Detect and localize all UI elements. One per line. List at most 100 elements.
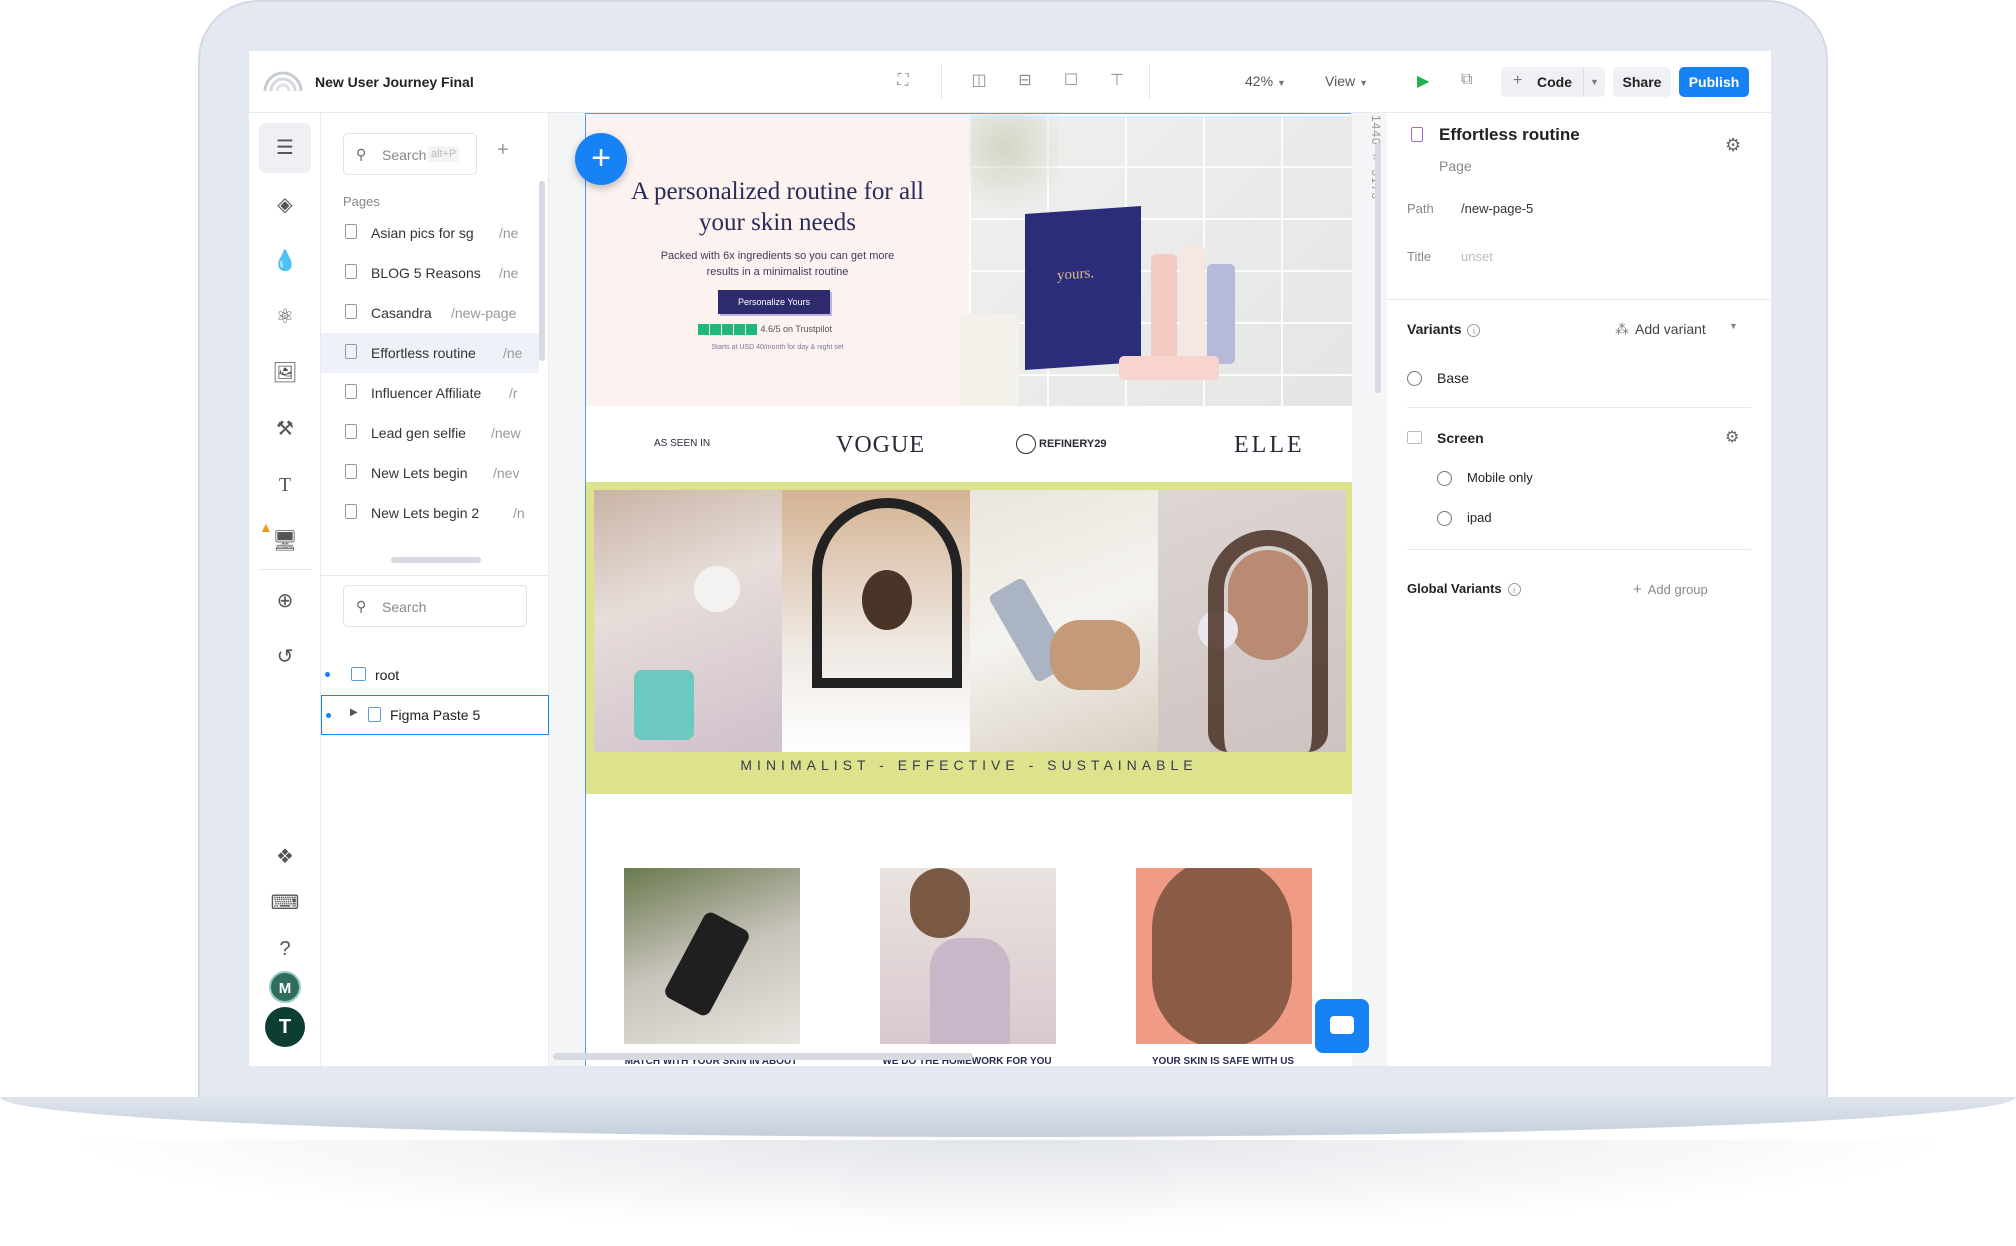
tree-item-root[interactable]: root xyxy=(321,655,549,695)
variant-icon xyxy=(1437,511,1452,526)
image-icon[interactable]: 🖼 xyxy=(269,357,301,389)
page-path: /nev xyxy=(493,465,520,481)
add-element-button[interactable]: + xyxy=(575,133,627,185)
canvas-vertical-scrollbar[interactable] xyxy=(1375,143,1381,393)
search-placeholder: Search xyxy=(382,599,427,615)
tree-label: Figma Paste 5 xyxy=(390,707,481,723)
share-button[interactable]: Share xyxy=(1613,67,1671,97)
star-icon xyxy=(698,324,709,336)
page-item[interactable]: Casandra /new-page xyxy=(321,293,539,333)
zoom-dropdown[interactable]: 42% ▼ xyxy=(1245,73,1286,89)
responsive-icon[interactable]: 🖥 xyxy=(269,525,301,557)
pages-scrollbar[interactable] xyxy=(539,181,545,361)
document-title[interactable]: New User Journey Final xyxy=(315,74,474,90)
code-button-label: Code xyxy=(1537,74,1572,90)
plasmic-logo-icon[interactable] xyxy=(263,69,303,91)
view-dropdown[interactable]: View ▼ xyxy=(1325,73,1368,89)
search-placeholder: Search xyxy=(382,147,427,163)
figma-icon[interactable]: ❖ xyxy=(269,841,301,873)
info-icon[interactable]: i xyxy=(1507,583,1521,597)
page-item[interactable]: Asian pics for sg /ne xyxy=(321,213,539,253)
hero-heading[interactable]: A personalized routine for all your skin… xyxy=(626,176,929,238)
canvas-horizontal-scrollbar[interactable] xyxy=(553,1053,973,1060)
lifestyle-band[interactable]: MINIMALIST - EFFECTIVE - SUSTAINABLE xyxy=(586,482,1352,794)
text-frame-icon[interactable]: ⊤ xyxy=(1107,71,1127,91)
feature-image-serum[interactable] xyxy=(880,868,1056,1044)
face xyxy=(1152,868,1292,1044)
page-item[interactable]: BLOG 5 Reasons /ne xyxy=(321,253,539,293)
page-item[interactable]: Influencer Affiliate /r xyxy=(321,373,539,413)
hair xyxy=(1208,530,1328,752)
color-drop-icon[interactable]: 💧 xyxy=(269,245,301,277)
hero-section[interactable]: A personalized routine for all your skin… xyxy=(586,114,969,406)
typography-icon[interactable]: T xyxy=(269,469,301,501)
avatar[interactable]: T xyxy=(265,1007,305,1047)
star-icon xyxy=(746,324,757,336)
pages-horizontal-scrollbar[interactable] xyxy=(391,557,481,563)
hero-product-image[interactable]: yours. xyxy=(959,114,1352,406)
single-frame-icon[interactable]: ☐ xyxy=(1061,71,1081,91)
add-variant-button[interactable]: ⁂ Add variant xyxy=(1615,321,1706,338)
star-icon xyxy=(734,324,745,336)
design-canvas[interactable]: A personalized routine for all your skin… xyxy=(549,113,1387,1066)
chevron-down-icon[interactable]: ▼ xyxy=(1729,321,1738,331)
avatar[interactable]: M xyxy=(269,971,301,1003)
chevron-down-icon[interactable]: ▼ xyxy=(1583,67,1605,97)
page-path: /n xyxy=(513,505,525,521)
info-icon[interactable]: i xyxy=(1467,323,1481,337)
horizontal-split-icon[interactable]: ⊟ xyxy=(1015,71,1035,91)
atom-icon[interactable]: ⚛ xyxy=(269,301,301,333)
play-icon[interactable]: ▶ xyxy=(1417,71,1429,91)
help-icon[interactable]: ? xyxy=(269,933,301,965)
paint-roller-icon[interactable]: ⚒ xyxy=(269,413,301,445)
outline-icon[interactable]: ☰ xyxy=(259,123,311,173)
zoom-level: 42% xyxy=(1245,73,1274,89)
page-item[interactable]: New Lets begin /nev xyxy=(321,453,539,493)
path-field[interactable]: /new-page-5 xyxy=(1461,201,1533,216)
chat-support-button[interactable] xyxy=(1315,999,1369,1053)
trustpilot-rating[interactable]: 4.6/5 on Trustpilot xyxy=(698,324,833,336)
pricing-note[interactable]: Starts at USD 40/month for day & night s… xyxy=(666,344,889,351)
product-box: yours. xyxy=(1025,205,1141,371)
refinery-text: REFINERY29 xyxy=(1039,437,1107,450)
feature-image-face[interactable] xyxy=(1136,868,1312,1044)
add-group-button[interactable]: + Add group xyxy=(1633,581,1708,598)
tree-search-input[interactable]: ⚲ Search xyxy=(343,585,527,627)
page-item[interactable]: Lead gen selfie /new xyxy=(321,413,539,453)
split-view-icon[interactable]: ◫ xyxy=(969,71,989,91)
hero-text[interactable]: Packed with 6x ingredients so you can ge… xyxy=(646,248,909,280)
trustpilot-text: 4.6/5 on Trustpilot xyxy=(760,324,833,334)
screen-variant-mobile[interactable]: Mobile only xyxy=(1467,470,1533,485)
page-icon xyxy=(345,464,357,479)
gear-icon[interactable]: ⚙ xyxy=(1725,135,1741,156)
screen-variant-ipad[interactable]: ipad xyxy=(1467,510,1492,525)
components-icon[interactable]: ◈ xyxy=(269,189,301,221)
page-name: Asian pics for sg xyxy=(371,225,474,241)
page-item[interactable]: Effortless routine /ne xyxy=(321,333,539,373)
add-page-button[interactable]: + xyxy=(497,139,509,162)
tree-item-figma-paste[interactable]: ▶ Figma Paste 5 xyxy=(321,695,549,735)
personalize-button[interactable]: Personalize Yours xyxy=(718,290,830,314)
history-icon[interactable]: ↺ xyxy=(269,641,301,673)
page-title[interactable]: Effortless routine xyxy=(1439,125,1580,145)
path-label: Path xyxy=(1407,201,1434,216)
code-button[interactable]: + Code ▼ xyxy=(1501,67,1605,97)
external-link-icon[interactable]: ⧉ xyxy=(1461,71,1472,89)
lifestyle-photo xyxy=(594,490,782,752)
variant-add-icon: ⁂ xyxy=(1615,321,1629,337)
keyboard-icon[interactable]: ⌨ xyxy=(269,887,301,919)
page-frame[interactable]: A personalized routine for all your skin… xyxy=(585,113,1352,1066)
page-search-input[interactable]: ⚲ Search alt+P xyxy=(343,133,477,175)
feature-image-phone[interactable] xyxy=(624,868,800,1044)
publish-button[interactable]: Publish xyxy=(1679,67,1749,97)
focus-mode-icon[interactable]: ⛶ xyxy=(893,71,913,91)
expand-arrow-icon[interactable]: ▶ xyxy=(350,707,358,718)
download-icon[interactable]: ⊕ xyxy=(269,585,301,617)
gear-icon[interactable]: ⚙ xyxy=(1725,427,1739,447)
base-variant[interactable]: Base xyxy=(1437,370,1469,386)
title-field[interactable]: unset xyxy=(1461,249,1493,264)
chat-bubble-icon xyxy=(1330,1016,1354,1034)
page-item[interactable]: New Lets begin 2 /n xyxy=(321,493,539,533)
star-icon xyxy=(710,324,721,336)
press-logos[interactable]: AS SEEN IN VOGUE REFINERY29 ELLE xyxy=(586,406,1352,482)
